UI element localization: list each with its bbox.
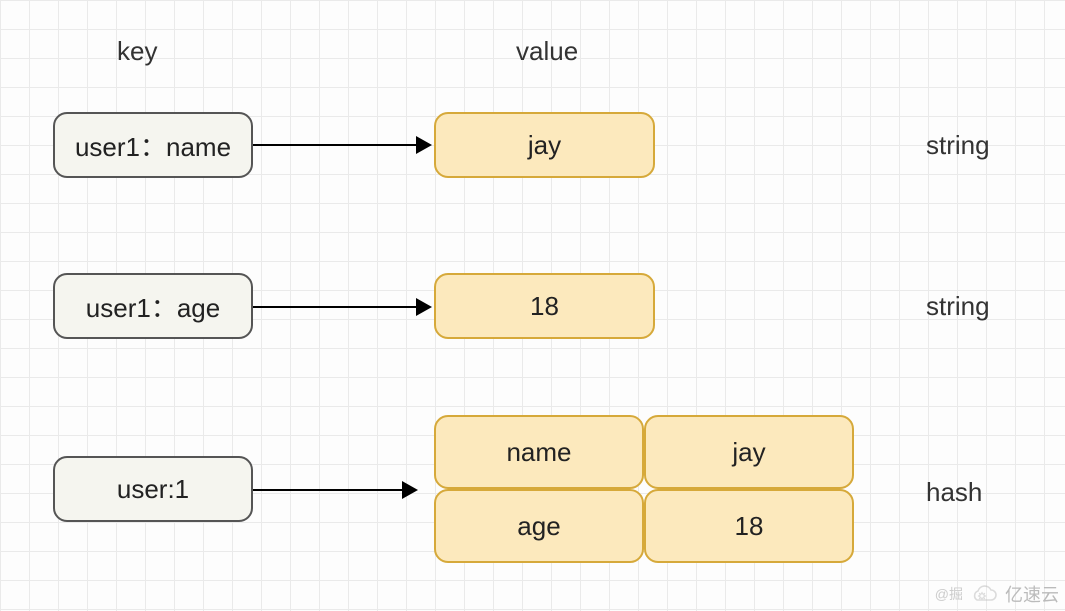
watermark: @掘 亿速云 — [935, 581, 1059, 607]
cloud-icon — [969, 584, 999, 604]
type-label-row2: string — [926, 291, 990, 322]
key-box-row2: user1：age — [53, 273, 253, 339]
diagram-canvas: key value user1：name jay string user1：ag… — [0, 0, 1065, 611]
key-box-hash: user:1 — [53, 456, 253, 522]
type-label-row1: string — [926, 130, 990, 161]
hash-cell-val-1: 18 — [644, 489, 854, 563]
column-header-key: key — [117, 36, 157, 67]
hash-cell-field-1: age — [434, 489, 644, 563]
hash-cell-val-0: jay — [644, 415, 854, 489]
value-box-row2: 18 — [434, 273, 655, 339]
watermark-small: @掘 — [935, 584, 963, 604]
column-header-value: value — [516, 36, 578, 67]
hash-cell-field-0: name — [434, 415, 644, 489]
key-box-row1: user1：name — [53, 112, 253, 178]
value-box-row1: jay — [434, 112, 655, 178]
arrow-hash — [253, 489, 416, 491]
arrow-row2 — [253, 306, 430, 308]
arrow-row1 — [253, 144, 430, 146]
watermark-brand: 亿速云 — [1005, 581, 1059, 607]
type-label-hash: hash — [926, 477, 982, 508]
